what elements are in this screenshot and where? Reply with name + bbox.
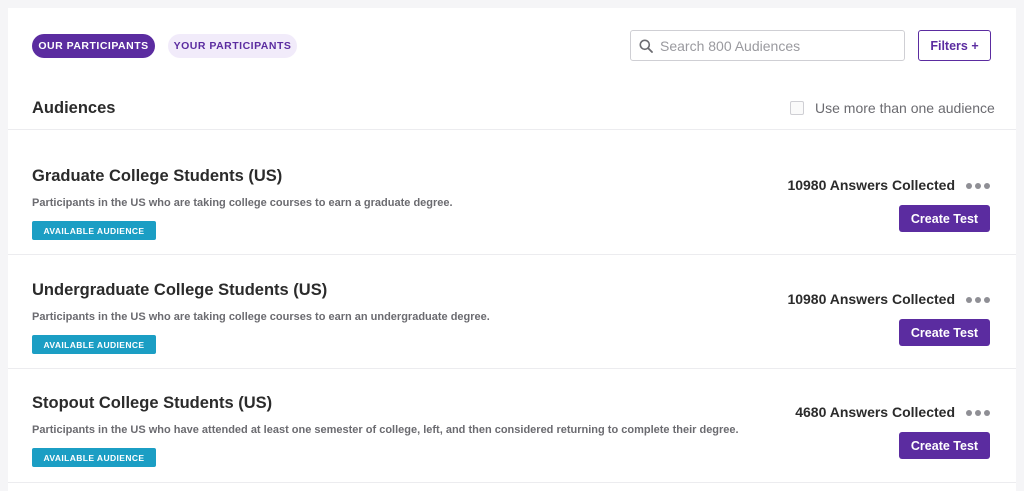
- available-audience-badge: AVAILABLE AUDIENCE: [32, 221, 156, 240]
- audience-row: Graduate College Students (US) Participa…: [8, 140, 1016, 253]
- audience-title: Stopout College Students (US): [32, 394, 273, 412]
- section-title: Audiences: [32, 99, 116, 117]
- audience-row: Undergraduate College Students (US) Part…: [8, 254, 1016, 367]
- multi-audience-toggle[interactable]: Use more than one audience: [790, 100, 995, 116]
- answers-collected: 10980 Answers Collected: [787, 177, 955, 193]
- create-test-button[interactable]: Create Test: [899, 319, 990, 346]
- audience-row: Stopout College Students (US) Participan…: [8, 367, 1016, 480]
- divider: [8, 482, 1016, 483]
- audience-description: Participants in the US who have attended…: [32, 424, 739, 436]
- more-options-icon[interactable]: [966, 181, 990, 191]
- multi-audience-checkbox[interactable]: [790, 101, 804, 115]
- tab-our-participants[interactable]: OUR PARTICIPANTS: [32, 34, 155, 58]
- more-options-icon[interactable]: [966, 295, 990, 305]
- audience-description: Participants in the US who are taking co…: [32, 311, 490, 323]
- tab-your-participants[interactable]: YOUR PARTICIPANTS: [168, 34, 297, 58]
- filters-button[interactable]: Filters +: [918, 30, 991, 61]
- search-icon: [639, 39, 653, 53]
- multi-audience-label: Use more than one audience: [815, 100, 995, 116]
- answers-collected: 10980 Answers Collected: [787, 291, 955, 307]
- available-audience-badge: AVAILABLE AUDIENCE: [32, 335, 156, 354]
- more-options-icon[interactable]: [966, 408, 990, 418]
- search-input[interactable]: [660, 37, 900, 54]
- audience-title: Graduate College Students (US): [32, 167, 283, 185]
- audiences-panel: OUR PARTICIPANTS YOUR PARTICIPANTS Filte…: [8, 8, 1016, 491]
- create-test-button[interactable]: Create Test: [899, 205, 990, 232]
- audience-title: Undergraduate College Students (US): [32, 281, 328, 299]
- answers-collected: 4680 Answers Collected: [795, 404, 955, 420]
- create-test-button[interactable]: Create Test: [899, 432, 990, 459]
- available-audience-badge: AVAILABLE AUDIENCE: [32, 448, 156, 467]
- divider: [8, 129, 1016, 130]
- audience-description: Participants in the US who are taking co…: [32, 197, 453, 209]
- search-box[interactable]: [630, 30, 905, 61]
